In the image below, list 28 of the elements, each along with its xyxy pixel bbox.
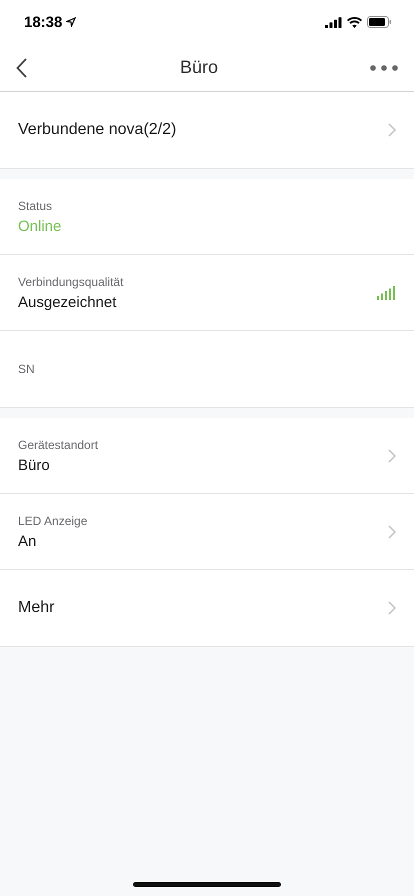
- list-row[interactable]: Verbundene nova(2/2): [0, 92, 414, 168]
- list-row[interactable]: Mehr: [0, 570, 414, 646]
- chevron-icon: [388, 524, 396, 538]
- signal-strength-icon: [377, 286, 396, 300]
- row-value: Online: [18, 218, 62, 234]
- list-row[interactable]: Gerätestandort Büro: [0, 418, 414, 494]
- chevron-icon: [388, 123, 396, 137]
- chevron-icon: [388, 448, 396, 462]
- row-label: Gerätestandort: [18, 438, 98, 452]
- location-arrow-icon: [66, 17, 76, 27]
- status-time: 18:38: [24, 14, 62, 30]
- row-label: Status: [18, 198, 54, 212]
- more-button[interactable]: [370, 64, 398, 70]
- row-value: An: [18, 532, 38, 550]
- row-value: Ausgezeichnet: [18, 294, 118, 310]
- row-label: SN: [18, 362, 35, 376]
- battery-icon: [367, 16, 392, 28]
- list-row[interactable]: LED Anzeige An: [0, 494, 414, 570]
- row-value: Büro: [18, 456, 51, 474]
- page-title: Büro: [180, 57, 218, 78]
- back-button[interactable]: [16, 58, 28, 78]
- row-label: Verbindungsqualität: [18, 274, 124, 288]
- chevron-icon: [388, 601, 396, 615]
- row-title: Verbundene nova(2/2): [18, 121, 176, 139]
- row-title: Mehr: [18, 599, 54, 617]
- cellular-signal-icon: [325, 16, 342, 28]
- row-label: LED Anzeige: [18, 514, 88, 528]
- wifi-icon: [347, 16, 362, 28]
